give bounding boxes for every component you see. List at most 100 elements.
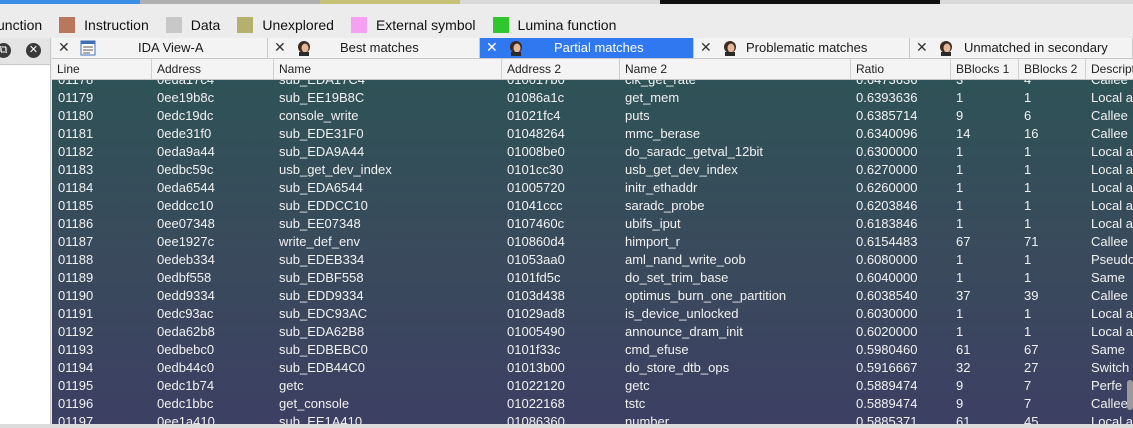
table-cell: 1 — [1024, 306, 1032, 321]
table-row[interactable]: 01189 0edbf558 sub_EDBF558 0101fd5c do_set_t… — [52, 269, 1133, 287]
restore-icon[interactable]: ⧉ — [0, 43, 11, 58]
table-row[interactable]: 01184 0eda6544 sub_EDA6544 01005720 initr_et… — [52, 179, 1133, 197]
table-cell: 01022120 — [507, 378, 565, 393]
table-cell: 0edeb334 — [157, 252, 215, 267]
column-header[interactable]: Line — [52, 59, 151, 79]
table-row[interactable]: 01179 0ee19b8c sub_EE19B8C 01086a1c get_mem 0… — [52, 89, 1133, 107]
table-cell: 0.6183846 — [856, 216, 918, 231]
table-cell: 0.6080000 — [856, 252, 918, 267]
table-cell: 01193 — [58, 342, 94, 357]
table-row[interactable]: 01196 0edc1bbc get_console 01022168 tstc 0.58… — [52, 395, 1133, 413]
tab-partial-matches[interactable]: ✕ Partial matches — [480, 38, 694, 58]
column-header[interactable]: Ratio — [850, 59, 950, 79]
table-cell: 0.6260000 — [856, 180, 918, 195]
table-cell: 16 — [1024, 126, 1039, 141]
table-cell: saradc_probe — [625, 198, 705, 213]
bottom-bar — [0, 424, 1133, 428]
table-row[interactable]: 01195 0edc1b74 getc 01022120 getc 0.5889474 9 7… — [52, 377, 1133, 395]
table-cell: 0ee19b8c — [157, 90, 215, 105]
table-cell: 67 — [1024, 342, 1039, 357]
table-cell: 010860d4 — [507, 234, 565, 249]
table-row[interactable]: 01187 0ee1927c write_def_env 010860d4 himpor… — [52, 233, 1133, 251]
legend-item: Lumina function — [492, 17, 616, 33]
table-cell: 01182 — [58, 144, 94, 159]
table-cell: announce_dram_init — [625, 324, 743, 339]
table-cell: mmc_berase — [625, 126, 701, 141]
partial-matches-table[interactable]: 011780eda17c4sub_EDA17C4010017b0clk_get_… — [52, 59, 1133, 428]
table-row[interactable]: 01193 0edbebc0 sub_EDBEBC0 0101f33c cmd_efus… — [52, 341, 1133, 359]
legend-swatch — [237, 17, 254, 33]
table-row[interactable]: 01192 0eda62b8 sub_EDA62B8 01005490 announce… — [52, 323, 1133, 341]
column-header[interactable]: Address 2 — [501, 59, 619, 79]
table-cell: sub_EDA6544 — [279, 180, 363, 195]
table-row[interactable]: 01194 0edb44c0 sub_EDB44C0 01013b00 do_store… — [52, 359, 1133, 377]
tab-best-matches[interactable]: ✕ Best matches — [268, 38, 480, 58]
table-cell: 01186 — [58, 216, 94, 231]
table-cell: 1 — [956, 216, 964, 231]
navigation-band[interactable] — [0, 0, 1133, 4]
tab-close-icon[interactable]: ✕ — [58, 39, 70, 56]
tab-bar: ✕ IDA View-A ✕ Best matches ✕ Partial matches… — [52, 38, 1133, 59]
legend-item: unction — [0, 17, 42, 33]
table-cell: 01194 — [58, 360, 94, 375]
table-cell: getc — [279, 378, 304, 393]
tab-close-icon[interactable]: ✕ — [916, 39, 928, 56]
column-header[interactable]: BBlocks 2 — [1018, 59, 1085, 79]
tab-problematic-matches[interactable]: ✕ Problematic matches — [694, 38, 910, 58]
table-cell: 01008be0 — [507, 144, 565, 159]
table-cell: 01041ccc — [507, 198, 563, 213]
table-row[interactable]: 01191 0edc93ac sub_EDC93AC 01029ad8 is_devic… — [52, 305, 1133, 323]
table-cell: 9 — [956, 108, 964, 123]
table-cell: do_store_dtb_ops — [625, 360, 730, 375]
table-cell: 01022168 — [507, 396, 565, 411]
table-cell: 0eda6544 — [157, 180, 215, 195]
table-cell: 0107460c — [507, 216, 565, 231]
column-header[interactable]: BBlocks 1 — [950, 59, 1018, 79]
table-cell: 32 — [956, 360, 971, 375]
table-cell: 0ee07348 — [157, 216, 215, 231]
table-cell: 1 — [956, 252, 964, 267]
table-cell: 1 — [956, 270, 964, 285]
tab-close-icon[interactable]: ✕ — [274, 39, 286, 56]
table-cell: 0.6340096 — [856, 126, 918, 141]
table-row[interactable]: 01185 0eddcc10 sub_EDDCC10 01041ccc saradc_p… — [52, 197, 1133, 215]
table-row[interactable]: 01186 0ee07348 sub_EE07348 0107460c ubifs_ip… — [52, 215, 1133, 233]
table-cell: 14 — [956, 126, 971, 141]
table-cell: 7 — [1024, 378, 1032, 393]
table-cell: 0edbebc0 — [157, 342, 215, 357]
table-cell: 0101fd5c — [507, 270, 561, 285]
column-header[interactable]: Descript — [1085, 59, 1133, 79]
table-row[interactable]: 01180 0edc19dc console_write 01021fc4 puts 0.… — [52, 107, 1133, 125]
scrollbar[interactable] — [1127, 380, 1133, 410]
table-cell: 0eda9a44 — [157, 144, 215, 159]
tab-close-icon[interactable]: ✕ — [486, 39, 498, 56]
table-cell: 0.6300000 — [856, 144, 918, 159]
table-cell: 01180 — [58, 108, 94, 123]
table-cell: 0101f33c — [507, 342, 561, 357]
table-cell: 0.5889474 — [856, 396, 918, 411]
tab-close-icon[interactable]: ✕ — [700, 39, 712, 56]
table-cell: 1 — [956, 306, 964, 321]
table-cell: 0.6040000 — [856, 270, 918, 285]
table-cell: 0.6203846 — [856, 198, 918, 213]
table-row[interactable]: 01182 0eda9a44 sub_EDA9A44 01008be0 do_sarad… — [52, 143, 1133, 161]
table-row[interactable]: 01188 0edeb334 sub_EDEB334 01053aa0 aml_nand… — [52, 251, 1133, 269]
table-cell: 0.6020000 — [856, 324, 918, 339]
column-header[interactable]: Address — [151, 59, 273, 79]
close-icon[interactable]: ✕ — [26, 43, 41, 58]
table-header: Line Address Name Address 2 Name 2 Ratio BBloc… — [52, 59, 1133, 80]
table-row[interactable]: 01190 0edd9334 sub_EDD9334 0103d438 optimus_… — [52, 287, 1133, 305]
navigation-legend: unction Instruction Data Unexplored External… — [0, 12, 633, 38]
table-cell: 0eddcc10 — [157, 198, 214, 213]
table-cell: aml_nand_write_oob — [625, 252, 746, 267]
column-header[interactable]: Name 2 — [619, 59, 850, 79]
table-row[interactable]: 01181 0ede31f0 sub_EDE31F0 01048264 mmc_bera… — [52, 125, 1133, 143]
table-cell: 1 — [1024, 180, 1032, 195]
table-cell: 01184 — [58, 180, 94, 195]
tab-unmatched-in-secondary[interactable]: ✕ Unmatched in secondary — [910, 38, 1133, 58]
tab-ida-view-a[interactable]: ✕ IDA View-A — [52, 38, 268, 58]
table-row[interactable]: 01183 0edbc59c usb_get_dev_index 0101cc30 us… — [52, 161, 1133, 179]
column-header[interactable]: Name — [273, 59, 501, 79]
legend-label: Unexplored — [262, 17, 334, 33]
table-cell: 01005490 — [507, 324, 565, 339]
